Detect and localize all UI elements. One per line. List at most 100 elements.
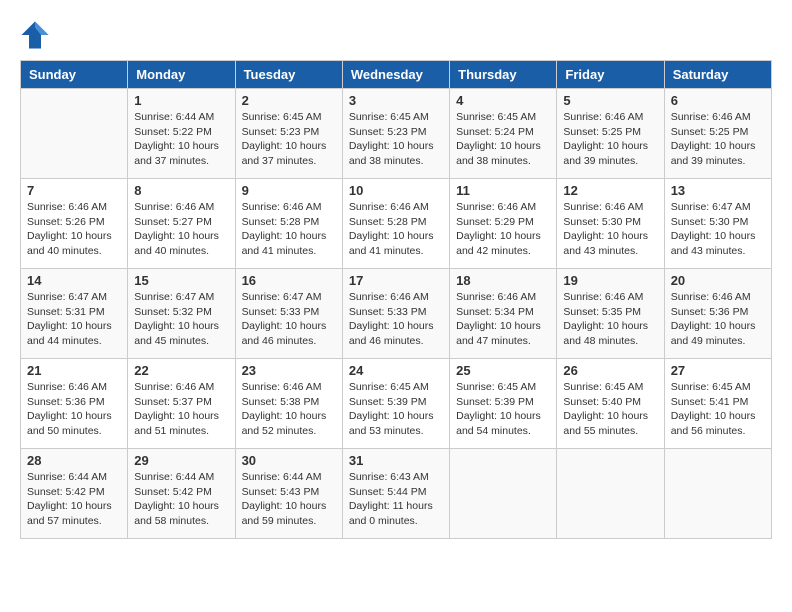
day-cell: 30 Sunrise: 6:44 AMSunset: 5:43 PMDayligh…: [235, 449, 342, 539]
day-number: 7: [27, 183, 121, 198]
calendar-body: 1 Sunrise: 6:44 AMSunset: 5:22 PMDaylight…: [21, 89, 772, 539]
day-cell: 28Sunrise: 6:44 AMSunset: 5:42 PMDayligh…: [21, 449, 128, 539]
day-cell: 21 Sunrise: 6:46 AMSunset: 5:36 PMDayligh…: [21, 359, 128, 449]
day-number: 14: [27, 273, 121, 288]
header-cell-sunday: Sunday: [21, 61, 128, 89]
logo-icon: [20, 20, 50, 50]
day-info: Sunrise: 6:46 AMSunset: 5:36 PMDaylight:…: [27, 380, 121, 439]
day-info: Sunrise: 6:45 AMSunset: 5:39 PMDaylight:…: [349, 380, 443, 439]
day-info: Sunrise: 6:46 AMSunset: 5:25 PMDaylight:…: [671, 110, 765, 169]
day-number: 17: [349, 273, 443, 288]
day-number: 20: [671, 273, 765, 288]
day-info: Sunrise: 6:46 AMSunset: 5:34 PMDaylight:…: [456, 290, 550, 349]
day-info: Sunrise: 6:46 AMSunset: 5:36 PMDaylight:…: [671, 290, 765, 349]
day-info: Sunrise: 6:44 AMSunset: 5:43 PMDaylight:…: [242, 470, 336, 529]
week-row-3: 14 Sunrise: 6:47 AMSunset: 5:31 PMDayligh…: [21, 269, 772, 359]
day-cell: 7 Sunrise: 6:46 AMSunset: 5:26 PMDaylight…: [21, 179, 128, 269]
day-number: 5: [563, 93, 657, 108]
day-info: Sunrise: 6:46 AMSunset: 5:38 PMDaylight:…: [242, 380, 336, 439]
header-cell-saturday: Saturday: [664, 61, 771, 89]
day-cell: 6 Sunrise: 6:46 AMSunset: 5:25 PMDaylight…: [664, 89, 771, 179]
day-cell: 11 Sunrise: 6:46 AMSunset: 5:29 PMDayligh…: [450, 179, 557, 269]
day-cell: 14 Sunrise: 6:47 AMSunset: 5:31 PMDayligh…: [21, 269, 128, 359]
day-number: 24: [349, 363, 443, 378]
day-number: 3: [349, 93, 443, 108]
header-cell-tuesday: Tuesday: [235, 61, 342, 89]
day-info: Sunrise: 6:44 AMSunset: 5:42 PMDaylight:…: [134, 470, 228, 529]
week-row-5: 28Sunrise: 6:44 AMSunset: 5:42 PMDayligh…: [21, 449, 772, 539]
day-number: 22: [134, 363, 228, 378]
week-row-1: 1 Sunrise: 6:44 AMSunset: 5:22 PMDaylight…: [21, 89, 772, 179]
day-info: Sunrise: 6:45 AMSunset: 5:23 PMDaylight:…: [349, 110, 443, 169]
day-number: 16: [242, 273, 336, 288]
day-number: 18: [456, 273, 550, 288]
day-cell: 18 Sunrise: 6:46 AMSunset: 5:34 PMDayligh…: [450, 269, 557, 359]
day-info: Sunrise: 6:46 AMSunset: 5:27 PMDaylight:…: [134, 200, 228, 259]
day-cell: 10 Sunrise: 6:46 AMSunset: 5:28 PMDayligh…: [342, 179, 449, 269]
day-info: Sunrise: 6:45 AMSunset: 5:24 PMDaylight:…: [456, 110, 550, 169]
day-number: 21: [27, 363, 121, 378]
day-info: Sunrise: 6:47 AMSunset: 5:31 PMDaylight:…: [27, 290, 121, 349]
day-number: 25: [456, 363, 550, 378]
day-cell: 26 Sunrise: 6:45 AMSunset: 5:40 PMDayligh…: [557, 359, 664, 449]
day-number: 27: [671, 363, 765, 378]
week-row-2: 7 Sunrise: 6:46 AMSunset: 5:26 PMDaylight…: [21, 179, 772, 269]
day-number: 23: [242, 363, 336, 378]
page-header: [20, 20, 772, 50]
day-info: Sunrise: 6:45 AMSunset: 5:39 PMDaylight:…: [456, 380, 550, 439]
header-cell-wednesday: Wednesday: [342, 61, 449, 89]
day-info: Sunrise: 6:47 AMSunset: 5:33 PMDaylight:…: [242, 290, 336, 349]
day-number: 12: [563, 183, 657, 198]
day-info: Sunrise: 6:45 AMSunset: 5:23 PMDaylight:…: [242, 110, 336, 169]
day-cell: 15 Sunrise: 6:47 AMSunset: 5:32 PMDayligh…: [128, 269, 235, 359]
day-number: 29: [134, 453, 228, 468]
day-info: Sunrise: 6:46 AMSunset: 5:33 PMDaylight:…: [349, 290, 443, 349]
day-info: Sunrise: 6:44 AMSunset: 5:22 PMDaylight:…: [134, 110, 228, 169]
day-info: Sunrise: 6:46 AMSunset: 5:26 PMDaylight:…: [27, 200, 121, 259]
calendar-table: SundayMondayTuesdayWednesdayThursdayFrid…: [20, 60, 772, 539]
day-number: 30: [242, 453, 336, 468]
day-cell: 16 Sunrise: 6:47 AMSunset: 5:33 PMDayligh…: [235, 269, 342, 359]
day-number: 8: [134, 183, 228, 198]
day-number: 31: [349, 453, 443, 468]
day-cell: [557, 449, 664, 539]
day-info: Sunrise: 6:46 AMSunset: 5:25 PMDaylight:…: [563, 110, 657, 169]
day-number: 9: [242, 183, 336, 198]
day-number: 10: [349, 183, 443, 198]
day-info: Sunrise: 6:46 AMSunset: 5:30 PMDaylight:…: [563, 200, 657, 259]
day-cell: 24 Sunrise: 6:45 AMSunset: 5:39 PMDayligh…: [342, 359, 449, 449]
day-cell: 31 Sunrise: 6:43 AMSunset: 5:44 PMDayligh…: [342, 449, 449, 539]
logo: [20, 20, 52, 50]
day-cell: 1 Sunrise: 6:44 AMSunset: 5:22 PMDaylight…: [128, 89, 235, 179]
header-cell-monday: Monday: [128, 61, 235, 89]
day-cell: 13 Sunrise: 6:47 AMSunset: 5:30 PMDayligh…: [664, 179, 771, 269]
day-cell: 12 Sunrise: 6:46 AMSunset: 5:30 PMDayligh…: [557, 179, 664, 269]
day-cell: 19Sunrise: 6:46 AMSunset: 5:35 PMDayligh…: [557, 269, 664, 359]
day-info: Sunrise: 6:43 AMSunset: 5:44 PMDaylight:…: [349, 470, 443, 529]
day-number: 6: [671, 93, 765, 108]
day-cell: 23 Sunrise: 6:46 AMSunset: 5:38 PMDayligh…: [235, 359, 342, 449]
day-cell: 29 Sunrise: 6:44 AMSunset: 5:42 PMDayligh…: [128, 449, 235, 539]
day-cell: 2 Sunrise: 6:45 AMSunset: 5:23 PMDaylight…: [235, 89, 342, 179]
day-cell: [450, 449, 557, 539]
day-number: 11: [456, 183, 550, 198]
header-cell-thursday: Thursday: [450, 61, 557, 89]
day-info: Sunrise: 6:46 AMSunset: 5:28 PMDaylight:…: [349, 200, 443, 259]
day-info: Sunrise: 6:47 AMSunset: 5:30 PMDaylight:…: [671, 200, 765, 259]
day-number: 2: [242, 93, 336, 108]
day-cell: 5 Sunrise: 6:46 AMSunset: 5:25 PMDaylight…: [557, 89, 664, 179]
day-number: 26: [563, 363, 657, 378]
day-number: 13: [671, 183, 765, 198]
day-number: 15: [134, 273, 228, 288]
day-cell: 8 Sunrise: 6:46 AMSunset: 5:27 PMDaylight…: [128, 179, 235, 269]
day-cell: 4Sunrise: 6:45 AMSunset: 5:24 PMDaylight…: [450, 89, 557, 179]
day-info: Sunrise: 6:44 AMSunset: 5:42 PMDaylight:…: [27, 470, 121, 529]
day-info: Sunrise: 6:46 AMSunset: 5:35 PMDaylight:…: [563, 290, 657, 349]
header-cell-friday: Friday: [557, 61, 664, 89]
day-number: 1: [134, 93, 228, 108]
day-info: Sunrise: 6:46 AMSunset: 5:29 PMDaylight:…: [456, 200, 550, 259]
day-info: Sunrise: 6:47 AMSunset: 5:32 PMDaylight:…: [134, 290, 228, 349]
day-cell: 9Sunrise: 6:46 AMSunset: 5:28 PMDaylight…: [235, 179, 342, 269]
day-cell: 20 Sunrise: 6:46 AMSunset: 5:36 PMDayligh…: [664, 269, 771, 359]
day-info: Sunrise: 6:45 AMSunset: 5:40 PMDaylight:…: [563, 380, 657, 439]
